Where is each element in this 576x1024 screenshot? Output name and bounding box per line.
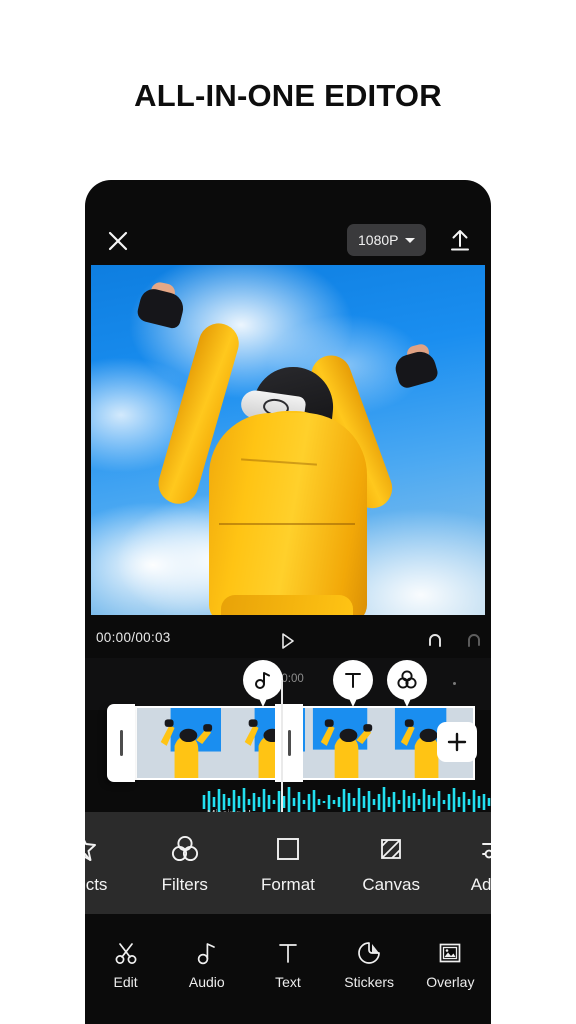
redo-icon[interactable] <box>462 629 486 653</box>
timecode-label: 00:00/00:03 <box>96 630 171 645</box>
add-clip-button[interactable] <box>437 722 477 762</box>
undo-icon[interactable] <box>423 629 447 653</box>
toolbar-item-canvas[interactable]: Canvas <box>345 832 437 895</box>
toolbar-item-effects[interactable]: Effects <box>85 832 128 895</box>
trim-handle-middle[interactable] <box>275 704 303 782</box>
image-frame-icon <box>436 939 464 967</box>
trim-handle-left[interactable] <box>107 704 135 782</box>
nav-item-audio[interactable]: Audio <box>171 939 243 990</box>
page-root: ALL-IN-ONE EDITOR 1080P 00:00/00:03 00:0… <box>0 0 576 1024</box>
canvas-hatch-icon <box>374 832 408 866</box>
text-t-icon <box>274 939 302 967</box>
play-icon[interactable] <box>275 629 299 653</box>
close-icon[interactable] <box>101 224 135 258</box>
timeline-ruler[interactable]: 00:00 <box>85 658 491 710</box>
nav-item-stickers[interactable]: Stickers <box>333 939 405 990</box>
music-note-icon <box>193 939 221 967</box>
chevron-down-icon <box>405 237 416 243</box>
toolbar-item-filters[interactable]: Filters <box>139 832 231 895</box>
filters-circles-icon <box>168 832 202 866</box>
text-pin[interactable] <box>333 660 373 710</box>
thumbnail[interactable] <box>137 708 221 778</box>
toolbar-label: Canvas <box>362 874 420 894</box>
toolbar-label: Effects <box>85 874 108 894</box>
adjust-sliders-icon <box>477 832 491 866</box>
nav-label: Overlay <box>426 973 475 990</box>
text-t-icon <box>333 660 373 700</box>
nav-item-overlay[interactable]: Overlay <box>414 939 486 990</box>
context-toolbar: Effects Filters Format <box>85 812 491 914</box>
toolbar-label: Filters <box>161 874 208 894</box>
filters-circles-icon <box>387 660 427 700</box>
filters-pin[interactable] <box>387 660 427 710</box>
nav-item-edit[interactable]: Edit <box>90 939 162 990</box>
nav-label: Edit <box>113 973 138 990</box>
rider-figure <box>91 265 485 615</box>
scissors-icon <box>112 939 140 967</box>
nav-label: Stickers <box>344 973 395 990</box>
editor-topbar: 1080P <box>85 214 491 268</box>
resolution-label: 1080P <box>358 232 399 248</box>
music-note-icon <box>243 660 283 700</box>
playhead[interactable] <box>281 680 283 830</box>
bottom-navigation: Edit Audio Text Stickers Overlay <box>85 926 491 1002</box>
page-title: ALL-IN-ONE EDITOR <box>134 78 442 113</box>
nav-item-text[interactable]: Text <box>252 939 324 990</box>
player-controls: 00:00/00:03 <box>85 620 491 660</box>
toolbar-item-adjust[interactable]: Adjust <box>448 832 491 895</box>
phone-mockup: 1080P 00:00/00:03 00:00 cts Filters Form… <box>85 180 491 1024</box>
clip-thumbnails[interactable] <box>135 706 475 780</box>
toolbar-label: Format <box>261 874 315 894</box>
resolution-button[interactable]: 1080P <box>347 224 427 256</box>
format-square-icon <box>271 832 305 866</box>
video-track[interactable] <box>85 704 491 782</box>
nav-label: Text <box>275 973 301 990</box>
video-preview[interactable] <box>91 265 485 615</box>
toolbar-label: Adjust <box>470 874 491 894</box>
sticker-icon <box>355 939 383 967</box>
export-icon[interactable] <box>443 223 477 257</box>
music-pin[interactable] <box>243 660 283 710</box>
toolbar-item-format[interactable]: Format <box>242 832 334 895</box>
ruler-tick <box>453 682 456 685</box>
effects-star-icon <box>85 832 99 866</box>
thumbnail[interactable] <box>305 708 389 778</box>
nav-label: Audio <box>188 973 225 990</box>
